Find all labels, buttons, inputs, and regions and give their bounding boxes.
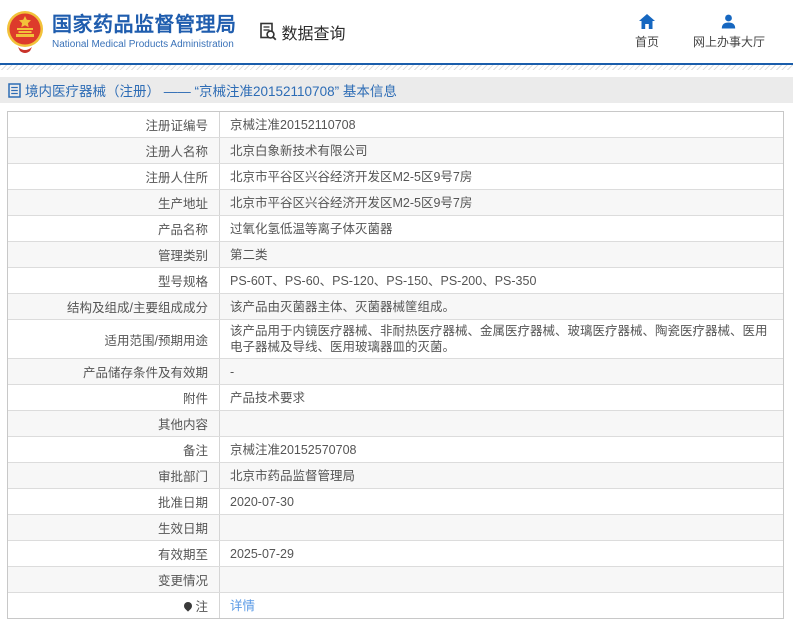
table-row: 审批部门北京市药品监督管理局: [8, 462, 783, 488]
row-label: 其他内容: [8, 411, 219, 436]
document-search-icon: [259, 22, 278, 41]
row-value: 详情: [219, 593, 783, 618]
header-nav: 首页 网上办事大厅: [635, 13, 765, 50]
row-label: 注: [8, 593, 219, 618]
row-value: 该产品用于内镜医疗器械、非耐热医疗器械、金属医疗器械、玻璃医疗器械、陶瓷医疗器械…: [219, 320, 783, 358]
table-row: 注册人住所北京市平谷区兴谷经济开发区M2-5区9号7房: [8, 163, 783, 189]
person-icon: [721, 13, 736, 29]
data-query-label: 数据查询: [282, 20, 346, 44]
row-value: 北京市药品监督管理局: [219, 463, 783, 488]
row-label: 有效期至: [8, 541, 219, 566]
nav-item-label: 首页: [635, 33, 659, 50]
table-row: 产品名称过氧化氢低温等离子体灭菌器: [8, 215, 783, 241]
info-table: 注册证编号京械注准20152110708注册人名称北京白象新技术有限公司注册人住…: [7, 111, 784, 619]
table-row: 生产地址北京市平谷区兴谷经济开发区M2-5区9号7房: [8, 189, 783, 215]
table-row: 注册人名称北京白象新技术有限公司: [8, 137, 783, 163]
row-label: 适用范围/预期用途: [8, 320, 219, 358]
table-row: 型号规格PS-60T、PS-60、PS-120、PS-150、PS-200、PS…: [8, 267, 783, 293]
site-header: 国家药品监督管理局 National Medical Products Admi…: [0, 0, 793, 63]
row-label: 型号规格: [8, 268, 219, 293]
table-row: 批准日期2020-07-30: [8, 488, 783, 514]
row-label: 注册人住所: [8, 164, 219, 189]
row-label: 产品名称: [8, 216, 219, 241]
row-label: 审批部门: [8, 463, 219, 488]
row-value: 京械注准20152110708: [219, 112, 783, 137]
nav-item-service-hall[interactable]: 网上办事大厅: [693, 13, 765, 50]
page-title-bar: 境内医疗器械（注册） —— “京械注准20152110708” 基本信息: [0, 77, 793, 103]
row-value: 京械注准20152570708: [219, 437, 783, 462]
row-value: 2025-07-29: [219, 541, 783, 566]
note-icon: [183, 600, 194, 611]
row-value: [219, 411, 783, 436]
row-value: PS-60T、PS-60、PS-120、PS-150、PS-200、PS-350: [219, 268, 783, 293]
row-value: 北京市平谷区兴谷经济开发区M2-5区9号7房: [219, 190, 783, 215]
row-value: 北京白象新技术有限公司: [219, 138, 783, 163]
row-value: 产品技术要求: [219, 385, 783, 410]
table-row: 其他内容: [8, 410, 783, 436]
row-label: 结构及组成/主要组成成分: [8, 294, 219, 319]
row-label: 变更情况: [8, 567, 219, 592]
home-icon: [639, 13, 655, 29]
table-row: 有效期至2025-07-29: [8, 540, 783, 566]
row-label: 注册人名称: [8, 138, 219, 163]
row-label: 生产地址: [8, 190, 219, 215]
row-label: 注册证编号: [8, 112, 219, 137]
row-label: 产品储存条件及有效期: [8, 359, 219, 384]
row-value: 2020-07-30: [219, 489, 783, 514]
document-icon: [8, 83, 21, 98]
row-value: 北京市平谷区兴谷经济开发区M2-5区9号7房: [219, 164, 783, 189]
row-label: 备注: [8, 437, 219, 462]
row-label: 管理类别: [8, 242, 219, 267]
row-value: 过氧化氢低温等离子体灭菌器: [219, 216, 783, 241]
table-row: 产品储存条件及有效期-: [8, 358, 783, 384]
row-value: 该产品由灭菌器主体、灭菌器械筐组成。: [219, 294, 783, 319]
details-link[interactable]: 详情: [230, 598, 255, 614]
data-query-section: 数据查询: [259, 20, 346, 44]
row-value: [219, 515, 783, 540]
table-row: 注册证编号京械注准20152110708: [8, 112, 783, 137]
org-name-cn: 国家药品监督管理局: [52, 14, 237, 36]
row-value: -: [219, 359, 783, 384]
table-row: 适用范围/预期用途该产品用于内镜医疗器械、非耐热医疗器械、金属医疗器械、玻璃医疗…: [8, 319, 783, 358]
row-value: [219, 567, 783, 592]
row-label: 生效日期: [8, 515, 219, 540]
page-title: 境内医疗器械（注册） —— “京械注准20152110708” 基本信息: [25, 80, 397, 100]
table-row: 附件产品技术要求: [8, 384, 783, 410]
table-row: 生效日期: [8, 514, 783, 540]
row-label: 附件: [8, 385, 219, 410]
nav-item-home[interactable]: 首页: [635, 13, 659, 50]
row-value: 第二类: [219, 242, 783, 267]
table-row: 注详情: [8, 592, 783, 618]
national-emblem-logo: [6, 10, 44, 56]
table-row: 结构及组成/主要组成成分该产品由灭菌器主体、灭菌器械筐组成。: [8, 293, 783, 319]
brand-block: 国家药品监督管理局 National Medical Products Admi…: [52, 14, 237, 50]
table-row: 备注京械注准20152570708: [8, 436, 783, 462]
nav-item-label: 网上办事大厅: [693, 33, 765, 50]
table-row: 管理类别第二类: [8, 241, 783, 267]
row-label: 批准日期: [8, 489, 219, 514]
org-name-en: National Medical Products Administration: [52, 39, 237, 50]
table-row: 变更情况: [8, 566, 783, 592]
